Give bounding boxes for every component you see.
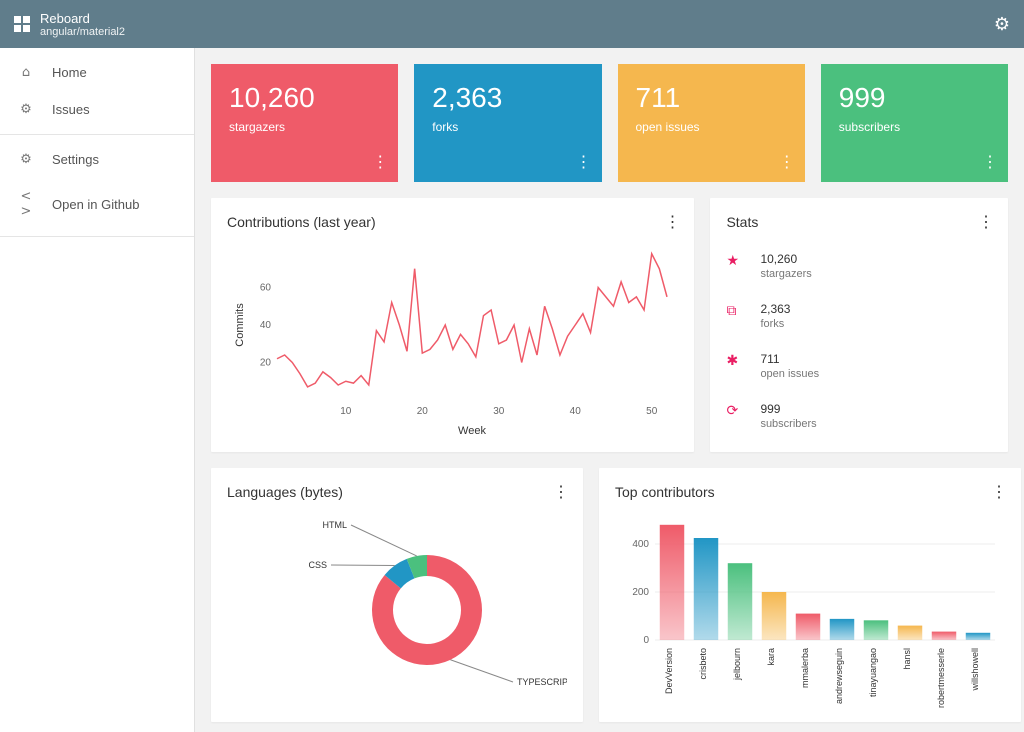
more-icon[interactable]: ⋮ [553, 482, 569, 502]
stat-cards-row: 10,260 stargazers ⋮2,363 forks ⋮711 open… [211, 64, 1008, 182]
svg-text:20: 20 [260, 358, 272, 369]
svg-text:20: 20 [417, 406, 429, 417]
code-icon: < > [16, 189, 36, 219]
topbar: Reboard angular/material2 ⚙ [0, 0, 1024, 48]
stat-value: 711 [636, 82, 787, 114]
svg-text:400: 400 [632, 539, 649, 550]
svg-text:jelbourn: jelbourn [732, 648, 742, 681]
app-title: Reboard [40, 11, 125, 26]
svg-text:crisbeto: crisbeto [698, 648, 708, 680]
top-contributors-card: Top contributors ⋮ 0 200 400 DevVersion cr… [599, 468, 1021, 722]
stat-label: stargazers [760, 268, 811, 280]
svg-text:0: 0 [643, 635, 649, 646]
top-contributors-chart: 0 200 400 DevVersion crisbeto jelbourn kar… [615, 500, 1005, 710]
stat-label: forks [760, 318, 790, 330]
more-icon[interactable]: ⋮ [779, 152, 795, 172]
more-icon[interactable]: ⋮ [982, 152, 998, 172]
stats-card: Stats ⋮ ★ 10,260 stargazers ⧉ 2,363 forks… [710, 198, 1008, 452]
gear-icon: ⚙ [16, 152, 36, 167]
stat-label: forks [432, 120, 583, 134]
svg-text:TYPESCRIPT: TYPESCRIPT [517, 677, 567, 687]
svg-text:HTML: HTML [323, 520, 348, 530]
app-subtitle: angular/material2 [40, 26, 125, 38]
stat-value: 711 [760, 352, 819, 366]
svg-text:10: 10 [340, 406, 352, 417]
sidebar-item-label: Issues [52, 102, 90, 117]
stat-icon: ✱ [726, 352, 742, 369]
card-title: Languages (bytes) [227, 484, 567, 500]
svg-text:mmalerba: mmalerba [800, 648, 810, 688]
stat-label: subscribers [839, 120, 990, 134]
stat-label: open issues [636, 120, 787, 134]
svg-text:kara: kara [766, 648, 776, 666]
contributions-chart: 20 40 60 10 20 30 40 50 Week Commits [227, 230, 677, 440]
languages-chart: HTML CSS TYPESCRIPT [227, 500, 567, 710]
stat-icon: ⧉ [726, 302, 742, 319]
more-icon[interactable]: ⋮ [664, 212, 680, 232]
stat-icon: ⟳ [726, 402, 742, 419]
stat-card: 10,260 stargazers ⋮ [211, 64, 398, 182]
svg-text:Commits: Commits [234, 303, 246, 347]
stats-item: ✱ 711 open issues [726, 352, 992, 380]
contributions-card: Contributions (last year) ⋮ 20 40 60 10 20 30… [211, 198, 694, 452]
stat-value: 999 [839, 82, 990, 114]
languages-card: Languages (bytes) ⋮ HTML CSS TYPESCRIPT [211, 468, 583, 722]
more-icon[interactable]: ⋮ [372, 152, 388, 172]
stat-value: 2,363 [432, 82, 583, 114]
stat-card: 711 open issues ⋮ [618, 64, 805, 182]
stat-icon: ★ [726, 252, 742, 269]
sidebar-item-label: Home [52, 65, 87, 80]
stat-card: 2,363 forks ⋮ [414, 64, 601, 182]
home-icon: ⌂ [16, 65, 36, 80]
more-icon[interactable]: ⋮ [978, 212, 994, 232]
svg-text:Week: Week [458, 425, 486, 437]
sidebar-item-label: Settings [52, 152, 99, 167]
svg-text:60: 60 [260, 283, 272, 294]
dashboard-icon [14, 16, 30, 32]
stat-label: stargazers [229, 120, 380, 134]
svg-text:andrewseguin: andrewseguin [834, 648, 844, 704]
main-content: 10,260 stargazers ⋮2,363 forks ⋮711 open… [195, 48, 1024, 732]
stat-card: 999 subscribers ⋮ [821, 64, 1008, 182]
svg-text:willshowell: willshowell [970, 648, 980, 692]
sidebar-item-home[interactable]: ⌂ Home [0, 54, 194, 91]
stat-value: 10,260 [760, 252, 811, 266]
svg-text:200: 200 [632, 587, 649, 598]
stats-item: ⧉ 2,363 forks [726, 302, 992, 330]
card-title: Top contributors [615, 484, 1005, 500]
svg-text:40: 40 [570, 406, 582, 417]
stat-label: open issues [760, 368, 819, 380]
sidebar-item-settings[interactable]: ⚙ Settings [0, 141, 194, 178]
card-title: Stats [726, 214, 992, 230]
stat-value: 999 [760, 402, 816, 416]
more-icon[interactable]: ⋮ [991, 482, 1007, 502]
stat-value: 10,260 [229, 82, 380, 114]
svg-text:hansl: hansl [902, 648, 912, 670]
stat-label: subscribers [760, 418, 816, 430]
svg-text:CSS: CSS [308, 560, 327, 570]
stat-value: 2,363 [760, 302, 790, 316]
sidebar: ⌂ Home ⚙ Issues ⚙ Settings < > Open in G… [0, 48, 195, 732]
svg-text:tinayuangao: tinayuangao [868, 648, 878, 697]
svg-text:DevVersion: DevVersion [664, 648, 674, 694]
sidebar-item-label: Open in Github [52, 197, 139, 212]
issues-icon: ⚙ [16, 102, 36, 117]
settings-icon[interactable]: ⚙ [994, 14, 1010, 35]
svg-text:40: 40 [260, 320, 272, 331]
svg-text:30: 30 [493, 406, 505, 417]
svg-text:50: 50 [646, 406, 658, 417]
sidebar-item-issues[interactable]: ⚙ Issues [0, 91, 194, 128]
brand: Reboard angular/material2 [14, 11, 125, 38]
svg-text:robertmesserle: robertmesserle [936, 648, 946, 708]
stats-item: ⟳ 999 subscribers [726, 402, 992, 430]
more-icon[interactable]: ⋮ [576, 152, 592, 172]
stats-item: ★ 10,260 stargazers [726, 252, 992, 280]
card-title: Contributions (last year) [227, 214, 678, 230]
sidebar-item-github[interactable]: < > Open in Github [0, 178, 194, 230]
